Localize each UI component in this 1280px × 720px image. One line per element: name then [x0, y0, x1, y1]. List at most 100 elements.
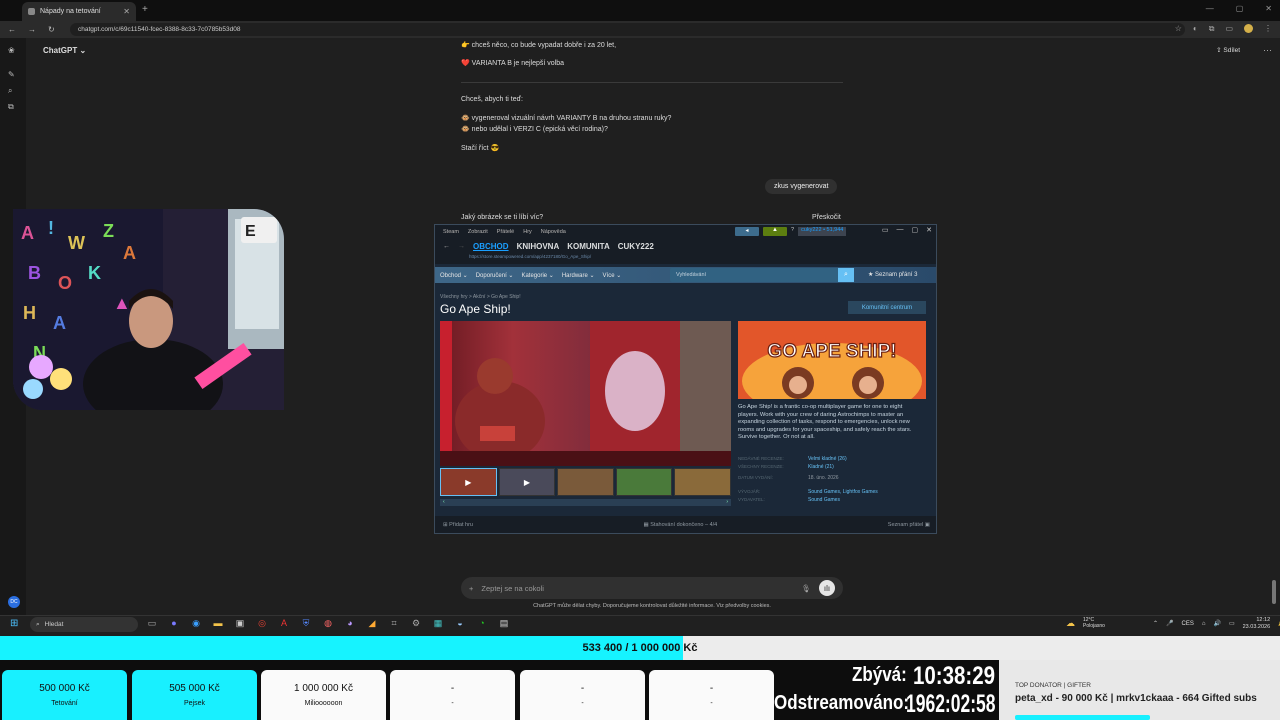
- new-chat-icon[interactable]: ✎: [8, 70, 18, 80]
- store-menu-item[interactable]: Více ⌄: [603, 272, 622, 279]
- store-menu-item[interactable]: Doporučení ⌄: [476, 272, 514, 279]
- game-video-player[interactable]: [440, 321, 731, 466]
- browser-tab[interactable]: Nápady na tetování ✕: [22, 2, 136, 21]
- task-view-icon[interactable]: ▭: [146, 618, 158, 630]
- steam-menu-item[interactable]: Hry: [523, 229, 532, 235]
- openai-logo-icon[interactable]: ❀: [8, 46, 18, 56]
- language-indicator[interactable]: CES: [1181, 621, 1193, 627]
- voice-mode-icon[interactable]: ılı: [819, 580, 835, 596]
- nav-library[interactable]: KNIHOVNA: [517, 242, 560, 251]
- clock[interactable]: 12:12 23.03.2026: [1243, 617, 1271, 630]
- notifications-icon[interactable]: ▲: [763, 227, 787, 236]
- forward-icon[interactable]: →: [28, 25, 36, 34]
- weather-widget[interactable]: 12°C Polojasno: [1083, 618, 1105, 629]
- app-icon[interactable]: ▦: [432, 618, 444, 630]
- user-avatar[interactable]: DC: [8, 596, 20, 608]
- downloads-button[interactable]: ▦ Stahování dokončeno – 4/4: [644, 522, 718, 528]
- steam-username[interactable]: cuky222 • 51,944: [798, 227, 847, 236]
- nav-community[interactable]: KOMUNITA: [567, 242, 610, 251]
- acrobat-icon[interactable]: A: [278, 618, 290, 630]
- scroll-right-icon[interactable]: ›: [726, 499, 728, 506]
- store-menu-item[interactable]: Hardware ⌄: [562, 272, 595, 279]
- steam-maximize-icon[interactable]: ▢: [912, 226, 919, 234]
- minimize-icon[interactable]: —: [1206, 4, 1214, 13]
- close-window-icon[interactable]: ✕: [1265, 4, 1272, 13]
- steam-minimize-icon[interactable]: —: [897, 226, 904, 234]
- back-icon[interactable]: ←: [8, 25, 16, 34]
- volume-icon[interactable]: 🔊: [1213, 620, 1220, 627]
- wishlist-link[interactable]: ★ Seznam přání 3: [868, 271, 917, 278]
- close-tab-icon[interactable]: ✕: [123, 7, 130, 16]
- settings-gear-icon[interactable]: ⚙: [410, 618, 422, 630]
- terminal-icon[interactable]: ▤: [498, 618, 510, 630]
- steam-back-icon[interactable]: ←: [443, 243, 450, 250]
- sidebar-icon[interactable]: ▭: [1225, 24, 1233, 34]
- new-tab-icon[interactable]: +: [142, 4, 148, 15]
- screenshot-thumbnail[interactable]: [557, 468, 614, 496]
- extensions-puzzle-icon[interactable]: ⧉: [1209, 24, 1215, 34]
- bookmark-star-icon[interactable]: ☆: [1175, 24, 1182, 34]
- thumbnail-scroll[interactable]: ‹ ›: [440, 499, 731, 506]
- info-value[interactable]: Velmi kladné (26): [808, 456, 847, 462]
- battery-icon[interactable]: ▭: [1229, 620, 1235, 627]
- steam-icon[interactable]: ◒: [454, 618, 466, 630]
- network-icon[interactable]: ⌂: [1202, 621, 1206, 627]
- add-attachment-icon[interactable]: +: [469, 584, 473, 593]
- whatsapp-icon[interactable]: ◔: [476, 618, 488, 630]
- nav-profile[interactable]: CUKY222: [618, 242, 654, 251]
- prompt-input[interactable]: + Zeptej se na cokoli 🎙 ılı: [461, 577, 843, 599]
- taskbar-search[interactable]: ⌕ Hledat: [30, 617, 138, 632]
- weather-icon[interactable]: ☁: [1066, 618, 1075, 629]
- search-icon[interactable]: ⌕: [8, 86, 18, 96]
- community-hub-button[interactable]: Komunitní centrum: [848, 301, 926, 314]
- url-field[interactable]: chatgpt.com/c/69c11540-fcec-8388-8c33-7c…: [70, 23, 1185, 36]
- screenshot-thumbnail[interactable]: [615, 468, 673, 496]
- nav-store[interactable]: OBCHOD: [473, 242, 509, 251]
- skip-button[interactable]: Přeskočit: [812, 214, 841, 221]
- screenshot-thumbnail[interactable]: [674, 468, 731, 496]
- info-value[interactable]: Sound Games: [808, 497, 840, 503]
- breadcrumb[interactable]: Všechny hry > Akční > Go Ape Ship!: [440, 294, 521, 300]
- file-explorer-icon[interactable]: ▬: [212, 618, 224, 630]
- share-button[interactable]: ⇪ Sdílet: [1216, 46, 1240, 54]
- teams-icon[interactable]: ●: [168, 618, 180, 630]
- app-icon[interactable]: ◢: [366, 618, 378, 630]
- friends-list-button[interactable]: Seznam přátel ▣: [888, 522, 930, 528]
- profile-avatar[interactable]: [1244, 24, 1253, 33]
- maximize-icon[interactable]: ▢: [1236, 4, 1244, 13]
- capture-icon[interactable]: ⌗: [388, 618, 400, 630]
- help-icon[interactable]: ?: [791, 227, 794, 236]
- obs-icon[interactable]: ◍: [322, 618, 334, 630]
- info-value[interactable]: Sound Games, Lightfox Games: [808, 489, 878, 495]
- steam-forward-icon[interactable]: →: [458, 243, 465, 250]
- microphone-icon[interactable]: 🎙: [801, 584, 811, 593]
- mic-tray-icon[interactable]: 🎤: [1166, 620, 1173, 627]
- steam-close-icon[interactable]: ✕: [926, 226, 932, 234]
- reload-icon[interactable]: ↻: [48, 25, 55, 34]
- chrome-icon[interactable]: ◎: [256, 618, 268, 630]
- tray-chevron-icon[interactable]: ⌃: [1153, 620, 1158, 627]
- steam-menu-item[interactable]: Nápověda: [541, 229, 566, 235]
- vpn-icon[interactable]: ⛨: [300, 618, 312, 630]
- library-icon[interactable]: ⧉: [8, 102, 18, 112]
- steam-menu-item[interactable]: Zobrazit: [468, 229, 488, 235]
- steam-menu-item[interactable]: Steam: [443, 229, 459, 235]
- store-search-input[interactable]: Vyhledávání: [670, 268, 854, 282]
- add-game-button[interactable]: ⊞ Přidat hru: [443, 522, 473, 528]
- steam-bigpicture-icon[interactable]: ▭: [882, 226, 889, 234]
- store-search-icon[interactable]: ⌕: [838, 268, 854, 282]
- video-thumbnail[interactable]: ▶: [498, 468, 556, 496]
- menu-dots-icon[interactable]: ⋮: [1264, 24, 1272, 34]
- broadcast-icon[interactable]: ◂: [735, 227, 759, 236]
- info-value[interactable]: Kladné (21): [808, 464, 834, 470]
- windows-start-icon[interactable]: ⊞: [10, 618, 22, 630]
- model-selector[interactable]: ChatGPT ⌄: [43, 46, 86, 55]
- store-menu-item[interactable]: Obchod ⌄: [440, 272, 468, 279]
- steam-menu-item[interactable]: Přátelé: [497, 229, 514, 235]
- extension-icon[interactable]: ◐: [1193, 24, 1198, 34]
- store-icon[interactable]: ▣: [234, 618, 246, 630]
- scrollbar-thumb[interactable]: [1272, 580, 1276, 604]
- store-menu-item[interactable]: Kategorie ⌄: [521, 272, 553, 279]
- video-thumbnail[interactable]: ▶: [440, 468, 497, 496]
- scroll-left-icon[interactable]: ‹: [443, 499, 445, 506]
